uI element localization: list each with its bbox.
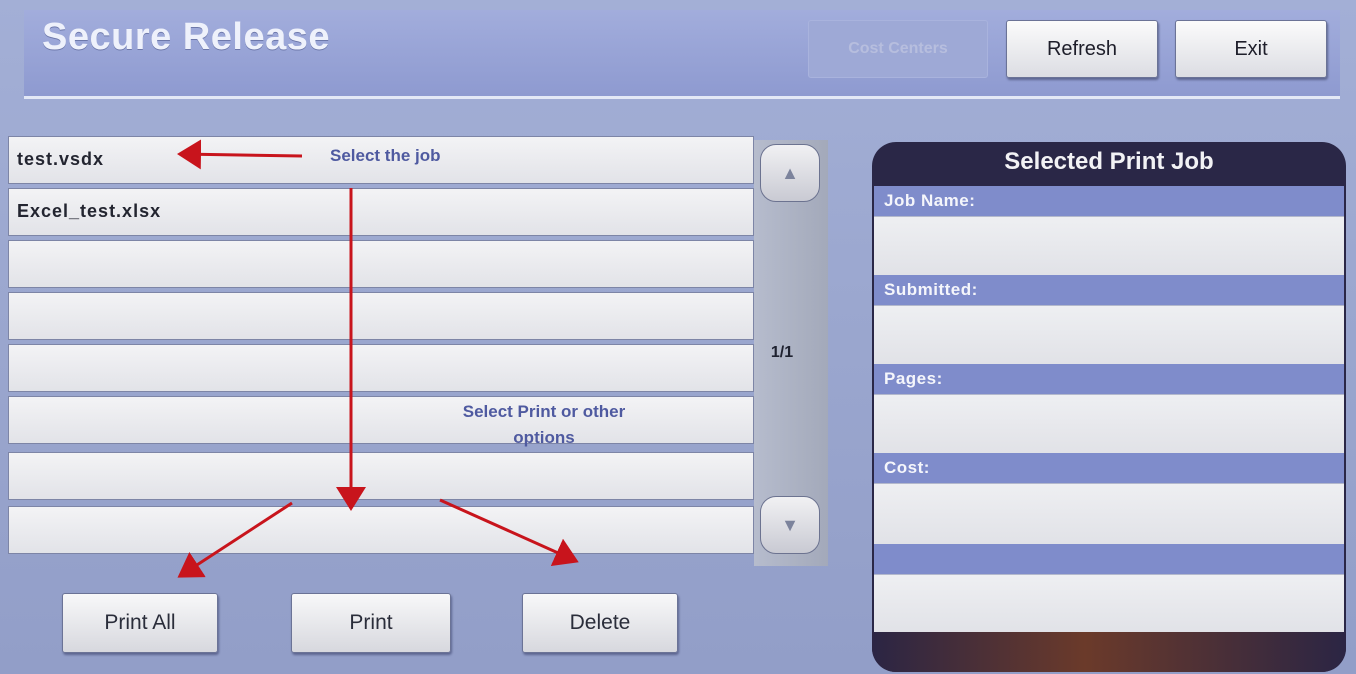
print-all-button[interactable]: Print All bbox=[62, 593, 218, 653]
secure-release-screen: Secure Release Cost Centers Refresh Exit… bbox=[0, 0, 1356, 674]
panel-extra-field bbox=[874, 574, 1344, 633]
cost-label: Cost: bbox=[874, 453, 1344, 483]
annotation-select-print-line1: Select Print or other bbox=[462, 402, 626, 421]
panel-title: Selected Print Job bbox=[1004, 148, 1214, 175]
exit-button[interactable]: Exit bbox=[1175, 20, 1327, 78]
annotation-select-job: Select the job bbox=[330, 146, 441, 165]
triangle-down-icon: ▼ bbox=[781, 514, 799, 535]
job-row[interactable] bbox=[8, 344, 754, 392]
print-button[interactable]: Print bbox=[291, 593, 451, 653]
triangle-up-icon: ▲ bbox=[781, 162, 799, 183]
selected-print-job-panel: Selected Print Job Job Name: Submitted: … bbox=[872, 142, 1346, 672]
scroll-down-button[interactable]: ▼ bbox=[760, 496, 820, 554]
cost-centers-button[interactable]: Cost Centers bbox=[808, 20, 988, 78]
annotation-select-print-line2: options bbox=[513, 428, 575, 447]
pages-label: Pages: bbox=[874, 364, 1344, 394]
job-list-scrollbar[interactable]: ▲ 1/1 ▼ bbox=[754, 140, 828, 566]
submitted-value bbox=[874, 305, 1344, 364]
job-row[interactable] bbox=[8, 292, 754, 340]
pages-value bbox=[874, 394, 1344, 453]
scroll-up-button[interactable]: ▲ bbox=[760, 144, 820, 202]
cost-value bbox=[874, 483, 1344, 544]
job-row[interactable] bbox=[8, 506, 754, 554]
refresh-button[interactable]: Refresh bbox=[1006, 20, 1158, 78]
delete-button[interactable]: Delete bbox=[522, 593, 678, 653]
job-row[interactable] bbox=[8, 240, 754, 288]
job-name-label: Job Name: bbox=[874, 186, 1344, 216]
panel-spacer-bar bbox=[874, 544, 1344, 574]
job-name-value bbox=[874, 216, 1344, 275]
panel-footer bbox=[872, 632, 1346, 672]
page-title: Secure Release bbox=[42, 16, 330, 58]
submitted-label: Submitted: bbox=[874, 275, 1344, 305]
page-indicator: 1/1 bbox=[770, 344, 794, 361]
job-row[interactable]: Excel_test.xlsx bbox=[8, 188, 754, 236]
job-row[interactable] bbox=[8, 452, 754, 500]
